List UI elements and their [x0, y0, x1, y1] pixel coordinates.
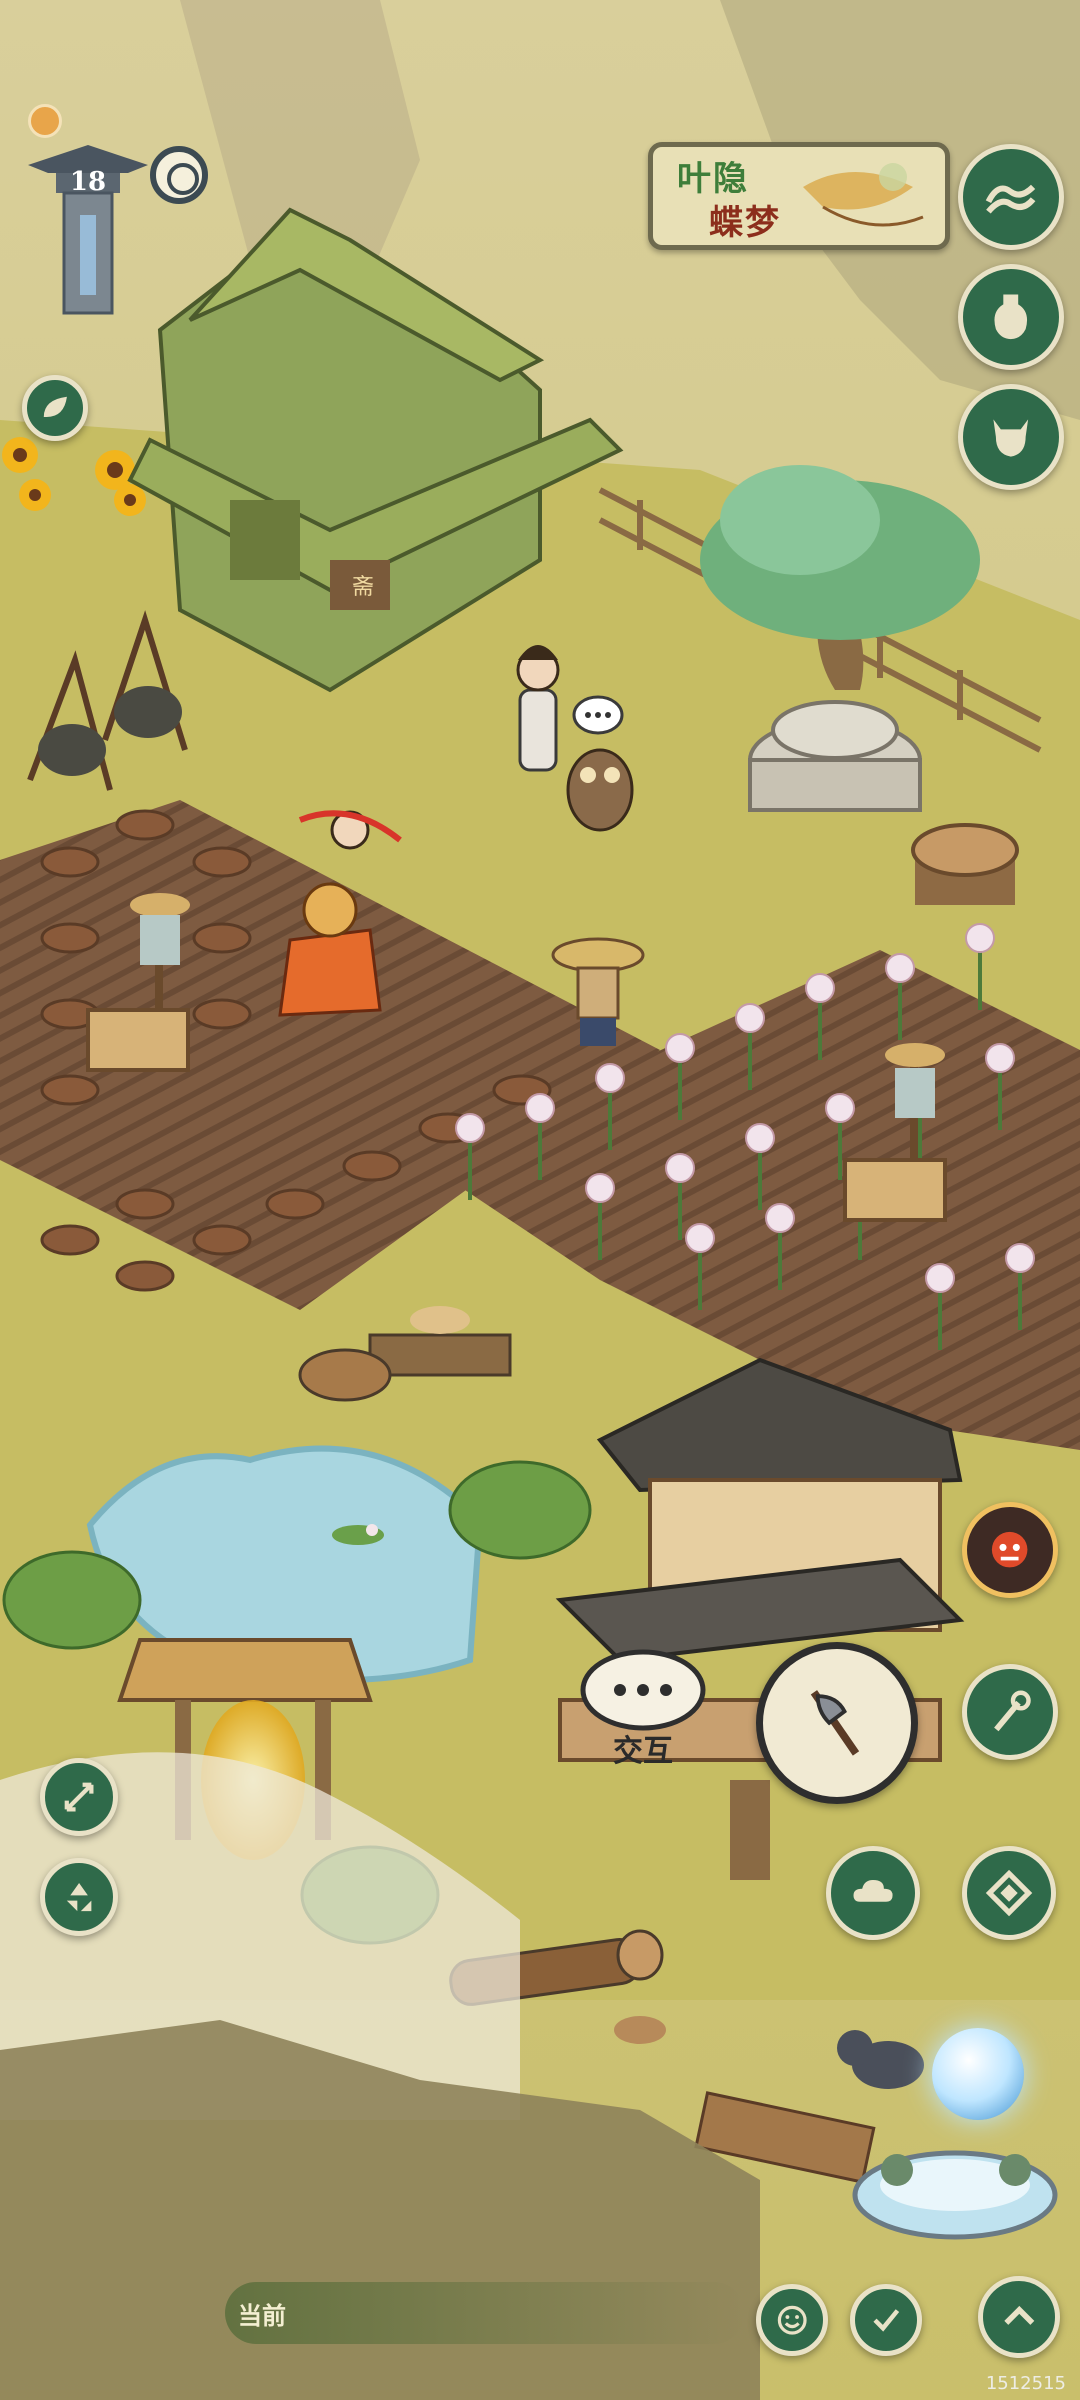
creature-button[interactable]: [958, 384, 1064, 490]
owl[interactable]: [566, 748, 634, 832]
potion-button[interactable]: [958, 264, 1064, 370]
diamond-icon: [985, 1869, 1033, 1917]
cloud-button[interactable]: [826, 1846, 920, 1940]
interact-button[interactable]: 交互: [578, 1648, 708, 1769]
level-number: 18: [69, 167, 107, 197]
recycle-icon: [66, 1882, 92, 1912]
diamond-button[interactable]: [962, 1846, 1056, 1940]
tree-stump[interactable]: [911, 823, 1019, 905]
leaf-button[interactable]: [22, 375, 88, 441]
current-bar[interactable]: [225, 2282, 745, 2344]
creature-icon: [993, 419, 1029, 457]
wave-icon: [986, 184, 1036, 214]
character-woman[interactable]: [516, 645, 560, 772]
level-pillar[interactable]: 18: [28, 145, 148, 320]
frog-fountain[interactable]: [852, 2150, 1058, 2240]
leaf-icon: [43, 396, 67, 417]
smile-icon: [777, 2305, 807, 2335]
event-banner[interactable]: 叶隐 蝶梦: [648, 142, 950, 250]
current-label: 当前: [238, 2302, 286, 2330]
axe-action-button[interactable]: [756, 1642, 918, 1804]
menu-up-button[interactable]: [978, 2276, 1060, 2358]
speech-bubble-icon: [580, 1649, 706, 1731]
orb-icon[interactable]: [932, 2028, 1024, 2120]
check-icon: [873, 2308, 899, 2332]
chevron-up-icon: [1004, 2305, 1034, 2325]
recycle-button[interactable]: [40, 1858, 118, 1936]
potion-icon: [994, 294, 1028, 340]
expand-icon: [64, 1782, 94, 1812]
event-title-line2: 蝶梦: [709, 203, 781, 243]
axe-icon: [810, 1690, 860, 1756]
monster-face-icon: [992, 1532, 1028, 1568]
staff-icon: [994, 1690, 1032, 1732]
staff-button[interactable]: [962, 1664, 1058, 1760]
event-title-line1: 叶隐: [677, 159, 749, 199]
emote-button[interactable]: [756, 2284, 828, 2356]
monster-face-button[interactable]: [962, 1502, 1058, 1598]
watermark: 1512515: [985, 2373, 1066, 2394]
wave-button[interactable]: [958, 144, 1064, 250]
notification-dot: [28, 104, 62, 138]
task-button[interactable]: [850, 2284, 922, 2356]
svg-text:斋: 斋: [352, 575, 374, 600]
game-scene[interactable]: 斋: [0, 0, 1080, 2400]
owl-speech-bubble[interactable]: [572, 695, 624, 735]
interact-label: 交互: [613, 1734, 673, 1769]
spiral-ring-icon[interactable]: [150, 146, 208, 204]
cloud-icon: [853, 1879, 893, 1902]
expand-button[interactable]: [40, 1758, 118, 1836]
